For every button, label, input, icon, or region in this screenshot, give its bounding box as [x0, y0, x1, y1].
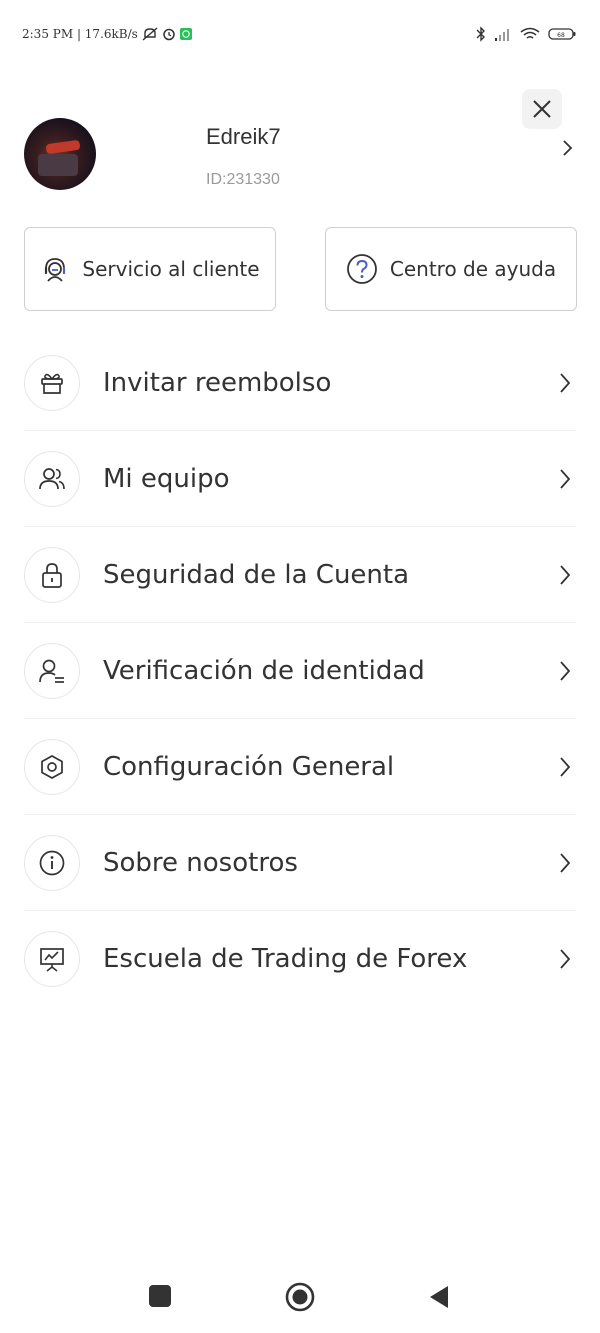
signal-icon — [495, 29, 509, 41]
chevron-right-icon[interactable] — [560, 138, 576, 158]
menu-item-my-team[interactable]: Mi equipo — [24, 431, 576, 527]
home-button[interactable] — [285, 1282, 315, 1312]
username: Edreik7 — [206, 124, 281, 149]
menu-item-account-security[interactable]: Seguridad de la Cuenta — [24, 527, 576, 623]
back-button[interactable] — [428, 1284, 450, 1310]
recent-apps-button[interactable] — [148, 1284, 172, 1308]
gift-icon — [24, 354, 80, 411]
wifi-icon — [520, 27, 540, 39]
menu-label: Verificación de identidad — [103, 655, 425, 686]
whatsapp-icon — [179, 28, 192, 40]
chevron-right-icon — [560, 949, 571, 969]
identity-icon — [24, 642, 80, 699]
menu-label: Sobre nosotros — [103, 847, 298, 878]
chevron-right-icon — [560, 756, 571, 777]
help-center-label: Centro de ayuda — [389, 257, 557, 281]
menu-label: Invitar reembolso — [103, 367, 332, 398]
settings-menu: Invitar reembolso Mi equipo Seguridad de… — [24, 335, 576, 1007]
menu-item-invite-refund[interactable]: Invitar reembolso — [24, 335, 576, 431]
presentation-icon — [24, 931, 80, 987]
menu-label: Mi equipo — [103, 463, 230, 494]
status-bar: 2:35 PM | 17.6kB/s 68 — [0, 0, 600, 70]
menu-item-about-us[interactable]: Sobre nosotros — [24, 815, 576, 911]
chevron-right-icon — [560, 372, 571, 393]
bluetooth-icon — [476, 26, 485, 42]
headset-icon — [45, 258, 66, 282]
team-icon — [24, 450, 80, 507]
settings-icon — [24, 738, 80, 795]
system-nav-bar — [0, 1262, 600, 1333]
battery-icon: 68 — [548, 28, 576, 40]
chevron-right-icon — [560, 564, 571, 585]
status-left: 2:35 PM | 17.6kB/s — [22, 27, 192, 41]
menu-label: Configuración General — [103, 751, 395, 782]
customer-service-button[interactable]: Servicio al cliente — [24, 227, 276, 311]
user-id: ID:231330 — [206, 171, 280, 188]
menu-label: Seguridad de la Cuenta — [103, 559, 410, 590]
close-icon — [533, 100, 551, 118]
chevron-right-icon — [560, 468, 571, 489]
menu-item-forex-school[interactable]: Escuela de Trading de Forex — [24, 911, 576, 1007]
avatar[interactable] — [24, 118, 96, 190]
customer-service-label: Servicio al cliente — [82, 257, 260, 281]
help-center-button[interactable]: Centro de ayuda — [325, 227, 577, 311]
status-time: 2:35 PM | 17.6kB/s — [22, 27, 138, 41]
menu-item-general-settings[interactable]: Configuración General — [24, 719, 576, 815]
chevron-right-icon — [560, 660, 571, 681]
chevron-right-icon — [560, 852, 571, 873]
profile-header[interactable]: Edreik7 ID:231330 — [24, 118, 580, 192]
profile-menu-screen: 2:35 PM | 17.6kB/s 68 Edreik7 ID:231330 … — [0, 0, 600, 1333]
lock-icon — [24, 546, 80, 603]
status-right: 68 — [476, 26, 576, 42]
muted-notification-icon — [142, 27, 158, 41]
menu-label: Escuela de Trading de Forex — [103, 944, 468, 974]
alarm-icon — [163, 28, 175, 41]
menu-item-identity-verification[interactable]: Verificación de identidad — [24, 623, 576, 719]
info-icon — [24, 834, 80, 891]
question-icon — [346, 254, 377, 284]
battery-level: 68 — [557, 32, 565, 39]
